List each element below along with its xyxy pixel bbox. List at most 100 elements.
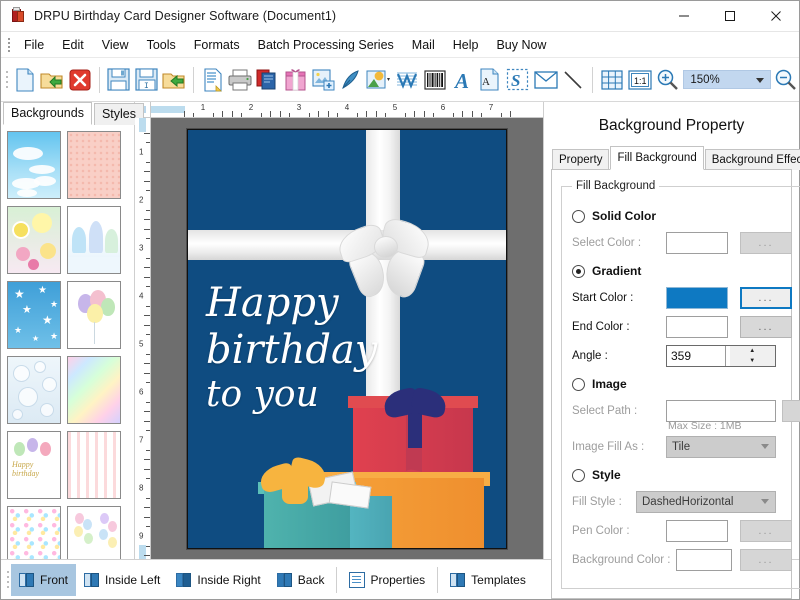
- status-item-front[interactable]: Front: [11, 563, 77, 596]
- end-color-swatch[interactable]: [666, 316, 728, 338]
- maximize-button[interactable]: [707, 1, 753, 32]
- pen-color-swatch[interactable]: [666, 520, 728, 542]
- new-document-icon[interactable]: [12, 65, 38, 95]
- radio-style-indicator[interactable]: [572, 468, 585, 482]
- solid-color-swatch[interactable]: [666, 232, 728, 254]
- menu-view[interactable]: View: [93, 35, 138, 55]
- fill-style-row: Fill Style : DashedHorizontal: [572, 491, 800, 513]
- angle-increase-icon[interactable]: ▲: [729, 346, 775, 356]
- v-ruler-tick: [144, 315, 150, 317]
- thumb-balloons[interactable]: [67, 281, 121, 349]
- minimize-button[interactable]: [661, 1, 707, 32]
- horizontal-ruler[interactable]: 1 2 3 4 5 6 7: [151, 102, 543, 118]
- signature-icon[interactable]: S: [505, 65, 531, 95]
- menu-tools[interactable]: Tools: [138, 35, 185, 55]
- vertical-ruler[interactable]: 1 2 3 4 5 6 7 8 9: [135, 118, 151, 559]
- save-as-icon[interactable]: I: [134, 65, 160, 95]
- radio-solid-color-indicator[interactable]: [572, 209, 585, 223]
- radio-solid-color[interactable]: Solid Color: [572, 206, 800, 226]
- thumb-rainbow[interactable]: [67, 356, 121, 424]
- status-item-back[interactable]: Back: [269, 564, 333, 596]
- insert-image-icon[interactable]: [311, 65, 337, 95]
- chevron-down-icon[interactable]: [756, 78, 765, 83]
- angle-decrease-icon[interactable]: ▼: [729, 356, 775, 366]
- h-ruler-tick: [481, 113, 483, 117]
- chevron-down-icon[interactable]: [761, 499, 769, 504]
- thumb-bubbles[interactable]: [7, 356, 61, 424]
- watermark-icon[interactable]: [394, 65, 420, 95]
- thumb-balloon-bouquet[interactable]: [67, 506, 121, 559]
- fill-style-select[interactable]: DashedHorizontal: [636, 491, 776, 513]
- menu-mail[interactable]: Mail: [403, 35, 444, 55]
- thumb-flowers[interactable]: [7, 206, 61, 274]
- print-icon[interactable]: [228, 65, 254, 95]
- actual-size-icon[interactable]: 1:1: [627, 65, 653, 95]
- radio-gradient[interactable]: Gradient: [572, 261, 800, 281]
- zoom-in-icon[interactable]: [655, 65, 681, 95]
- pen-color-browse-button[interactable]: ...: [740, 520, 792, 542]
- tab-fill-background[interactable]: Fill Background: [610, 146, 704, 170]
- book-back-icon: [276, 572, 293, 588]
- style-background-color-browse-button[interactable]: ...: [740, 549, 792, 571]
- chevron-down-icon[interactable]: [761, 444, 769, 449]
- style-background-color-swatch[interactable]: [676, 549, 732, 571]
- image-path-browse-button[interactable]: ...: [782, 400, 800, 422]
- pen-tool-icon[interactable]: [338, 65, 364, 95]
- menu-help[interactable]: Help: [444, 35, 488, 55]
- design-stage[interactable]: Happy birthday to you: [151, 118, 543, 559]
- status-item-templates[interactable]: Templates: [442, 564, 534, 596]
- image-path-input[interactable]: [666, 400, 776, 422]
- image-fill-as-select[interactable]: Tile: [666, 436, 776, 458]
- tab-background-effects[interactable]: Background Effects: [704, 149, 800, 170]
- menu-file[interactable]: File: [15, 35, 53, 55]
- solid-color-browse-button[interactable]: ...: [740, 232, 792, 254]
- angle-stepper-buttons[interactable]: ▲ ▼: [724, 346, 775, 366]
- zoom-level-input[interactable]: 150%: [683, 70, 772, 89]
- thumb-multicolor-hearts[interactable]: [7, 506, 61, 559]
- status-item-properties[interactable]: Properties: [341, 564, 433, 596]
- tab-property[interactable]: Property: [552, 149, 610, 170]
- save-icon[interactable]: [106, 65, 132, 95]
- line-tool-icon[interactable]: [561, 65, 587, 95]
- envelope-icon[interactable]: [533, 65, 559, 95]
- close-document-icon[interactable]: [67, 65, 93, 95]
- thumb-sky-clouds[interactable]: [7, 131, 61, 199]
- radio-style[interactable]: Style: [572, 465, 800, 485]
- open-document-icon[interactable]: [39, 65, 65, 95]
- start-color-browse-button[interactable]: ...: [740, 287, 792, 309]
- radio-image-indicator[interactable]: [572, 377, 585, 391]
- close-button[interactable]: [753, 1, 799, 32]
- shape-picture-icon[interactable]: [366, 65, 392, 95]
- text-frame-icon[interactable]: A: [477, 65, 503, 95]
- grid-icon[interactable]: [599, 65, 625, 95]
- zoom-out-icon[interactable]: [772, 65, 798, 95]
- menu-batch-processing-series[interactable]: Batch Processing Series: [249, 35, 403, 55]
- print-preview-icon[interactable]: [200, 65, 226, 95]
- radio-image[interactable]: Image: [572, 374, 800, 394]
- export-icon[interactable]: [161, 65, 187, 95]
- angle-stepper[interactable]: 359 ▲ ▼: [666, 345, 776, 367]
- gift-icon[interactable]: [283, 65, 309, 95]
- thumb-pink-dots[interactable]: [67, 131, 121, 199]
- greeting-card-front[interactable]: Happy birthday to you: [187, 128, 507, 549]
- h-ruler-label: 1: [200, 103, 206, 112]
- v-ruler-label: 4: [139, 291, 144, 301]
- thumb-pink-hearts[interactable]: [67, 431, 121, 499]
- menu-edit[interactable]: Edit: [53, 35, 93, 55]
- status-item-inside-right[interactable]: Inside Right: [168, 564, 268, 596]
- v-ruler-tick: [144, 180, 150, 182]
- thumb-pastel-scene[interactable]: [67, 206, 121, 274]
- status-item-inside-left[interactable]: Inside Left: [76, 564, 168, 596]
- radio-gradient-indicator[interactable]: [572, 264, 585, 278]
- fill-style-label: Fill Style :: [572, 496, 622, 508]
- text-icon[interactable]: A: [450, 65, 476, 95]
- tab-backgrounds[interactable]: Backgrounds: [3, 102, 92, 125]
- start-color-swatch[interactable]: [666, 287, 728, 309]
- menu-formats[interactable]: Formats: [185, 35, 249, 55]
- end-color-browse-button[interactable]: ...: [740, 316, 792, 338]
- thumb-happy-birthday[interactable]: Happy birthday: [7, 431, 61, 499]
- barcode-icon[interactable]: [422, 65, 448, 95]
- thumb-blue-stars[interactable]: ★ ★ ★ ★ ★ ★ ★ ★: [7, 281, 61, 349]
- menu-buy-now[interactable]: Buy Now: [487, 35, 555, 55]
- card-stack-icon[interactable]: [255, 65, 281, 95]
